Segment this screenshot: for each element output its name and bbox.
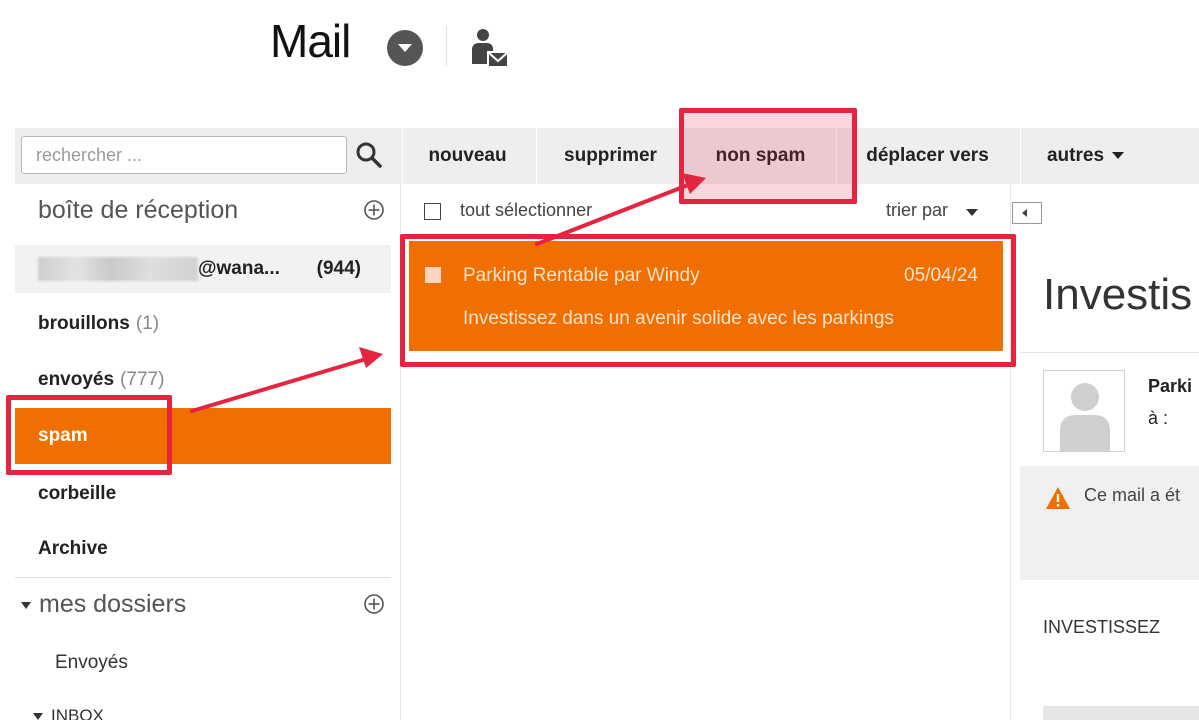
sidebar-item-trash[interactable]: corbeille	[15, 470, 391, 518]
new-message-button[interactable]: nouveau	[402, 128, 532, 184]
sidebar-item-drafts[interactable]: brouillons (1)	[15, 300, 391, 348]
subfolder-sent-label: Envoyés	[55, 652, 128, 673]
delete-label: supprimer	[564, 145, 657, 166]
move-to-label: déplacer vers	[866, 145, 989, 166]
drafts-count: (1)	[135, 313, 160, 334]
chevron-down-icon[interactable]	[387, 30, 423, 66]
sidebar-item-inbox-group[interactable]: INBOX	[15, 692, 391, 720]
redacted-email	[38, 256, 198, 281]
add-folder-icon[interactable]	[363, 593, 385, 615]
sender-name: Parki	[1148, 376, 1193, 396]
inbox-title-label: boîte de réception	[38, 196, 239, 224]
collapse-triangle-icon[interactable]	[33, 713, 43, 720]
sidebar-item-subfolder-sent[interactable]: Envoyés	[15, 639, 391, 687]
more-actions-label: autres	[1046, 145, 1105, 166]
caret-down-icon	[1112, 152, 1125, 160]
header-divider	[446, 26, 447, 66]
recipient-label: à :	[1148, 408, 1169, 428]
caret-down-icon[interactable]	[966, 209, 978, 216]
archive-label: Archive	[38, 538, 108, 559]
move-to-button[interactable]: déplacer vers	[836, 128, 1018, 184]
avatar	[1043, 370, 1125, 452]
delete-button[interactable]: supprimer	[536, 128, 684, 184]
sidebar-item-account[interactable]: @wana... (944)	[15, 245, 391, 293]
reader-divider	[1020, 352, 1199, 353]
drafts-label: brouillons	[38, 313, 130, 334]
select-all-label[interactable]: tout sélectionner	[460, 200, 592, 221]
trash-label: corbeille	[38, 483, 117, 504]
sent-label: envoyés	[38, 369, 115, 390]
account-count: (944)	[316, 258, 361, 279]
person-icon	[1060, 383, 1110, 451]
search-input[interactable]	[21, 136, 347, 174]
highlight-not-spam	[679, 108, 857, 204]
warning-icon	[1046, 487, 1070, 509]
contacts-mail-icon[interactable]	[466, 26, 510, 70]
collapse-pane-button[interactable]	[1012, 202, 1042, 224]
add-folder-icon[interactable]	[363, 199, 385, 221]
message-body-preview: INVESTISSEZ	[1043, 617, 1161, 637]
highlight-message-row	[400, 234, 1016, 367]
sidebar-inbox-title[interactable]: boîte de réception	[15, 186, 391, 234]
highlight-spam-folder	[6, 395, 172, 475]
app-title: Mail	[270, 15, 351, 67]
sidebar-my-folders[interactable]: mes dossiers	[15, 580, 391, 628]
spam-warning-text: Ce mail a ét	[1084, 485, 1181, 505]
more-actions-button[interactable]: autres	[1020, 128, 1150, 184]
spam-warning-box	[1020, 466, 1199, 580]
reader-subject-title: Investis	[1043, 270, 1193, 319]
sidebar-item-archive[interactable]: Archive	[15, 525, 391, 573]
sort-by-dropdown[interactable]: trier par	[886, 200, 948, 221]
new-message-label: nouveau	[428, 145, 507, 166]
mail-app: Mail nouveau supprimer non spam déplacer…	[0, 0, 1199, 720]
sidebar-divider	[15, 577, 391, 578]
collapse-triangle-icon[interactable]	[21, 601, 31, 609]
account-suffix: @wana...	[198, 258, 280, 279]
reader-footer-bar	[1043, 706, 1199, 720]
sent-count: (777)	[120, 369, 165, 390]
my-folders-label: mes dossiers	[39, 590, 187, 618]
inbox-group-label: INBOX	[51, 706, 104, 720]
search-icon[interactable]	[354, 140, 384, 170]
select-all-checkbox[interactable]	[424, 203, 441, 220]
